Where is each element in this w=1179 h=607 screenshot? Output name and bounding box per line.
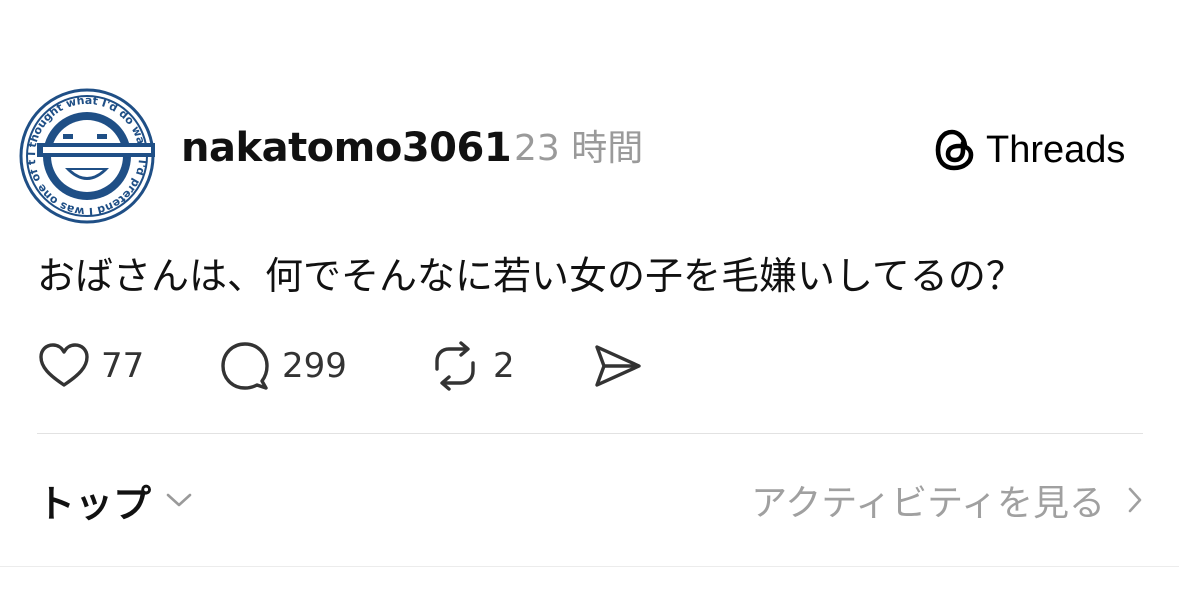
threads-brand-label: Threads: [986, 128, 1126, 171]
like-button[interactable]: 77: [37, 334, 144, 398]
bottom-divider: [0, 566, 1179, 567]
speech-bubble-icon: [221, 342, 269, 390]
threads-brand[interactable]: Threads: [934, 124, 1125, 176]
post-text: おばさんは、何でそんなに若い女の子を毛嫌いしてるの？: [37, 254, 1024, 298]
threads-logo-icon: [935, 129, 974, 171]
laughing-man-avatar-icon: I thought what I'd do was, I'd pretend I…: [19, 88, 155, 224]
send-icon: [595, 345, 641, 387]
post-timestamp: 23 時間: [514, 128, 644, 169]
reply-button[interactable]: 299: [218, 334, 347, 398]
chevron-down-icon: [166, 493, 192, 507]
view-activity-label: アクティビティを見る: [751, 483, 1105, 524]
share-button[interactable]: [592, 334, 644, 398]
section-divider: [37, 433, 1143, 434]
sort-dropdown[interactable]: トップ: [37, 470, 193, 530]
chevron-right-icon: [1128, 487, 1142, 513]
heart-icon: [39, 343, 89, 387]
post-actions: 77 299 2: [37, 334, 737, 398]
repost-count: 2: [493, 346, 515, 386]
sort-label: トップ: [37, 481, 152, 526]
repost-icon: [435, 341, 475, 391]
repost-button[interactable]: 2: [427, 334, 515, 398]
reply-count: 299: [282, 346, 347, 386]
view-activity-link[interactable]: アクティビティを見る: [751, 470, 1143, 530]
like-count: 77: [101, 346, 145, 386]
avatar[interactable]: I thought what I'd do was, I'd pretend I…: [19, 88, 155, 224]
username[interactable]: nakatomo3061: [181, 122, 512, 174]
